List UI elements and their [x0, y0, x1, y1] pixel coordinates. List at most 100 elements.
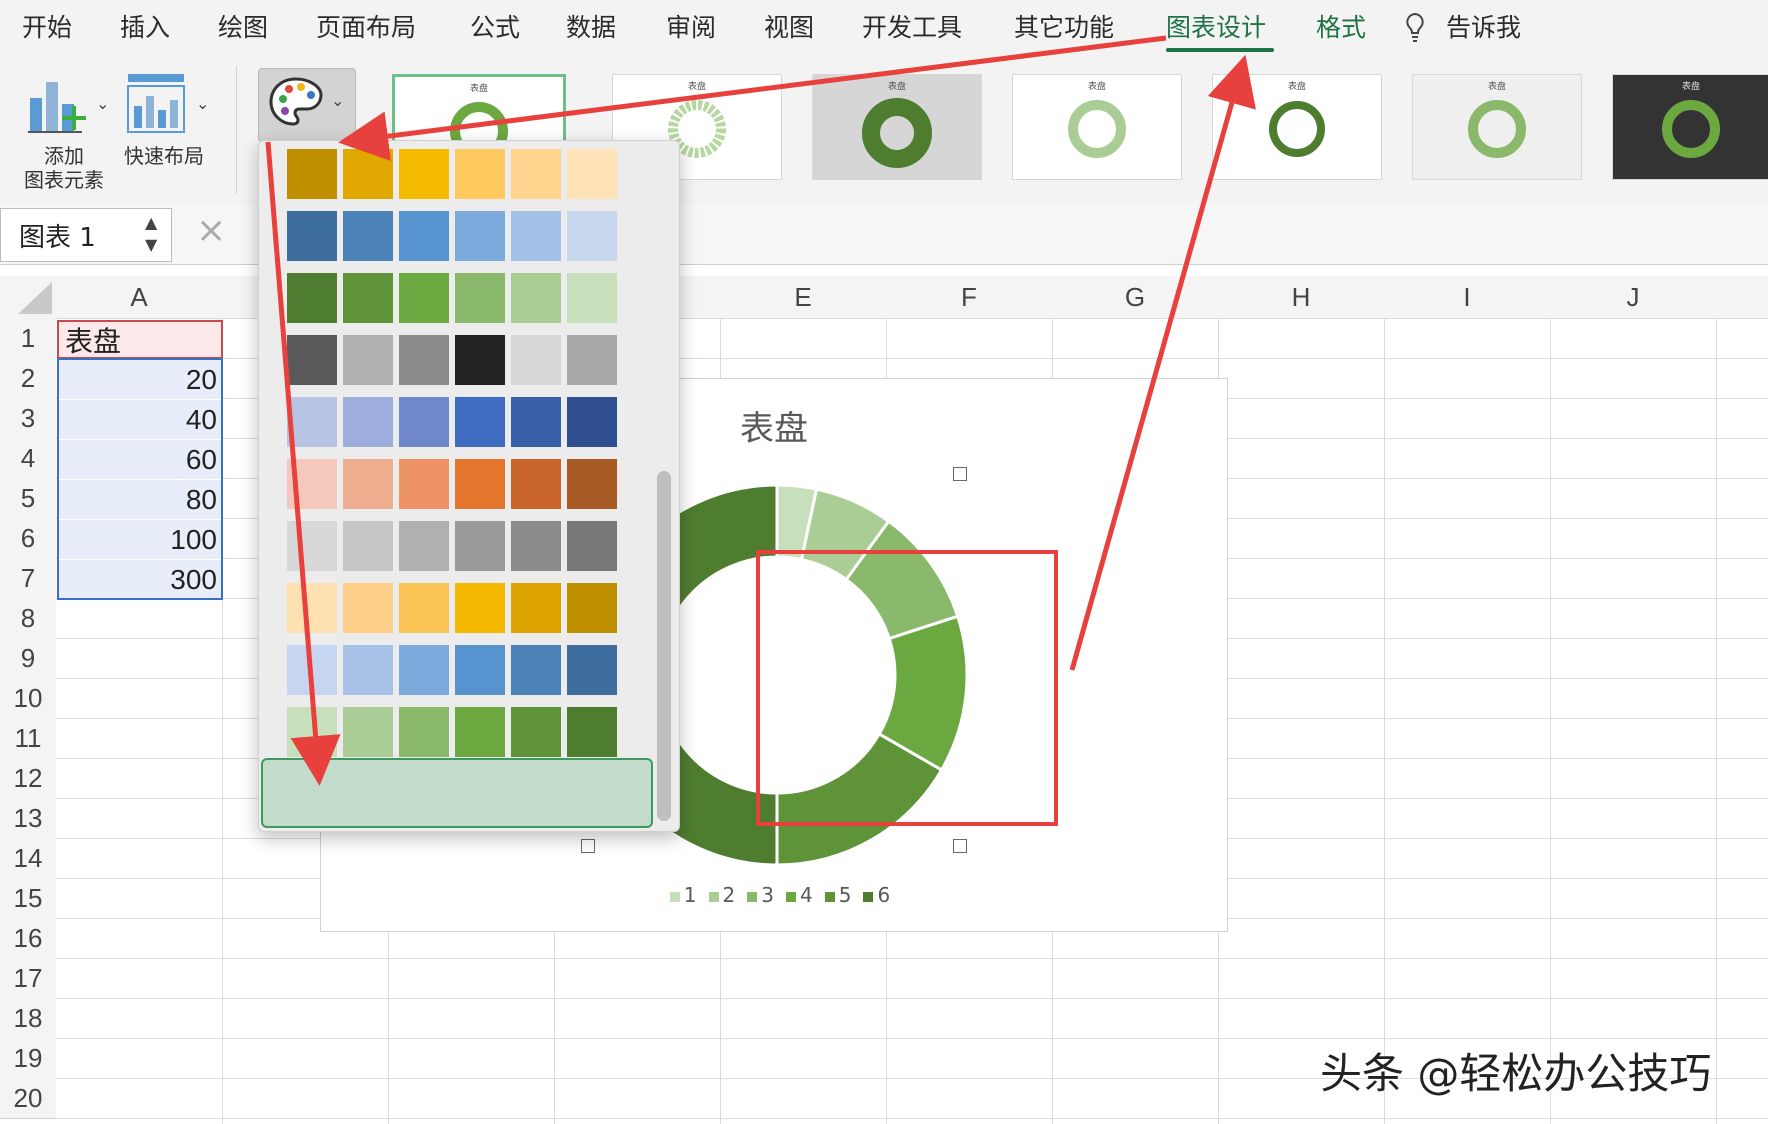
value-range-selection [57, 358, 223, 600]
tab-page-layout[interactable]: 页面布局 [316, 8, 416, 44]
palette-swatch [343, 583, 393, 633]
palette-swatch [511, 335, 561, 385]
watermark: 头条 @轻松办公技巧 [1320, 1049, 1712, 1098]
palette-swatch [399, 521, 449, 571]
tab-draw[interactable]: 绘图 [218, 8, 268, 44]
chart-style-4[interactable]: 表盘 [1012, 74, 1182, 180]
row-header-16[interactable]: 16 [0, 918, 56, 959]
chart-style-6[interactable]: 表盘 [1412, 74, 1582, 180]
palette-swatch [567, 459, 617, 509]
palette-icon [269, 77, 323, 126]
palette-swatch [287, 521, 337, 571]
palette-swatch [343, 335, 393, 385]
ribbon-separator [236, 66, 237, 194]
tab-chart-design[interactable]: 图表设计 [1166, 8, 1266, 44]
tab-developer[interactable]: 开发工具 [862, 8, 962, 44]
plot-resize-handle[interactable] [581, 839, 595, 853]
legend-label: 3 [761, 883, 774, 907]
chart-style-title: 表盘 [1287, 82, 1306, 92]
row-header-17[interactable]: 17 [0, 958, 56, 999]
tab-view[interactable]: 视图 [764, 8, 814, 44]
column-header-j[interactable]: J [1550, 276, 1717, 319]
chart-style-3[interactable]: 表盘 [812, 74, 982, 180]
palette-swatch [567, 707, 617, 757]
cancel-edit-icon[interactable]: × [196, 210, 226, 251]
palette-swatch [567, 583, 617, 633]
row-header-18[interactable]: 18 [0, 998, 56, 1039]
palette-swatch [511, 583, 561, 633]
dropdown-scrollbar[interactable] [657, 471, 671, 821]
name-box[interactable]: 图表 1 ▲ ▼ [0, 208, 172, 262]
row-header-7[interactable]: 7 [0, 558, 56, 599]
row-header-9[interactable]: 9 [0, 638, 56, 679]
tab-format[interactable]: 格式 [1316, 8, 1366, 44]
palette-swatch [567, 521, 617, 571]
add-chart-element-icon[interactable] [26, 72, 88, 136]
select-all-corner[interactable] [0, 276, 56, 319]
quick-layout-icon[interactable] [126, 72, 188, 136]
tab-formulas[interactable]: 公式 [470, 8, 520, 44]
palette-swatch [399, 211, 449, 261]
palette-swatch [511, 397, 561, 447]
palette-swatch [511, 521, 561, 571]
row-header-4[interactable]: 4 [0, 438, 56, 479]
chart-style-title: 表盘 [887, 82, 906, 92]
row-header-10[interactable]: 10 [0, 678, 56, 719]
chart-style-7[interactable]: 表盘 [1612, 74, 1768, 180]
tab-data[interactable]: 数据 [566, 8, 616, 44]
cell-a1[interactable]: 表盘 [57, 320, 223, 359]
chevron-down-icon[interactable]: ⌄ [331, 91, 344, 110]
column-header-h[interactable]: H [1218, 276, 1385, 319]
column-header-a[interactable]: A [56, 276, 223, 319]
column-header-k[interactable] [1716, 276, 1768, 319]
row-header-2[interactable]: 2 [0, 358, 56, 399]
palette-swatch [567, 149, 617, 199]
row-header-3[interactable]: 3 [0, 398, 56, 439]
column-header-f[interactable]: F [886, 276, 1053, 319]
row-header-8[interactable]: 8 [0, 598, 56, 639]
row-header-20[interactable]: 20 [0, 1078, 56, 1119]
stepper-up-icon[interactable]: ▲ [145, 213, 157, 232]
palette-swatch [455, 149, 505, 199]
palette-swatch [343, 397, 393, 447]
palette-swatch [455, 583, 505, 633]
chevron-down-icon[interactable]: ⌄ [196, 94, 209, 113]
column-header-e[interactable]: E [720, 276, 887, 319]
row-header-1[interactable]: 1 [0, 318, 56, 359]
legend-label: 4 [800, 883, 813, 907]
stepper-down-icon[interactable]: ▼ [145, 235, 157, 254]
grid-line [56, 998, 1768, 999]
palette-swatch [567, 335, 617, 385]
palette-swatch [455, 521, 505, 571]
row-header-5[interactable]: 5 [0, 478, 56, 519]
plot-resize-handle[interactable] [953, 467, 967, 481]
palette-swatch [343, 707, 393, 757]
column-header-g[interactable]: G [1052, 276, 1219, 319]
change-colors-button[interactable]: ⌄ [258, 68, 356, 142]
row-header-14[interactable]: 14 [0, 838, 56, 879]
palette-swatch [567, 397, 617, 447]
palette-swatch [287, 211, 337, 261]
row-header-12[interactable]: 12 [0, 758, 56, 799]
column-header-i[interactable]: I [1384, 276, 1551, 319]
tab-other-features[interactable]: 其它功能 [1014, 8, 1114, 44]
plot-resize-handle[interactable] [953, 839, 967, 853]
quick-layout-label: 快速布局 [124, 144, 204, 168]
chart-legend[interactable]: 1 2 3 4 5 6 [321, 883, 1227, 907]
chevron-down-icon[interactable]: ⌄ [96, 94, 109, 113]
palette-swatch [343, 149, 393, 199]
chart-style-5[interactable]: 表盘 [1212, 74, 1382, 180]
tab-review[interactable]: 审阅 [666, 8, 716, 44]
row-header-11[interactable]: 11 [0, 718, 56, 759]
palette-swatch [399, 273, 449, 323]
palette-swatch [511, 149, 561, 199]
row-header-19[interactable]: 19 [0, 1038, 56, 1079]
row-header-6[interactable]: 6 [0, 518, 56, 559]
row-header-15[interactable]: 15 [0, 878, 56, 919]
tab-insert[interactable]: 插入 [120, 8, 170, 44]
palette-swatch [287, 459, 337, 509]
tab-home[interactable]: 开始 [22, 8, 72, 44]
palette-swatch [511, 273, 561, 323]
row-header-13[interactable]: 13 [0, 798, 56, 839]
tell-me-search[interactable]: 告诉我 [1446, 8, 1521, 44]
